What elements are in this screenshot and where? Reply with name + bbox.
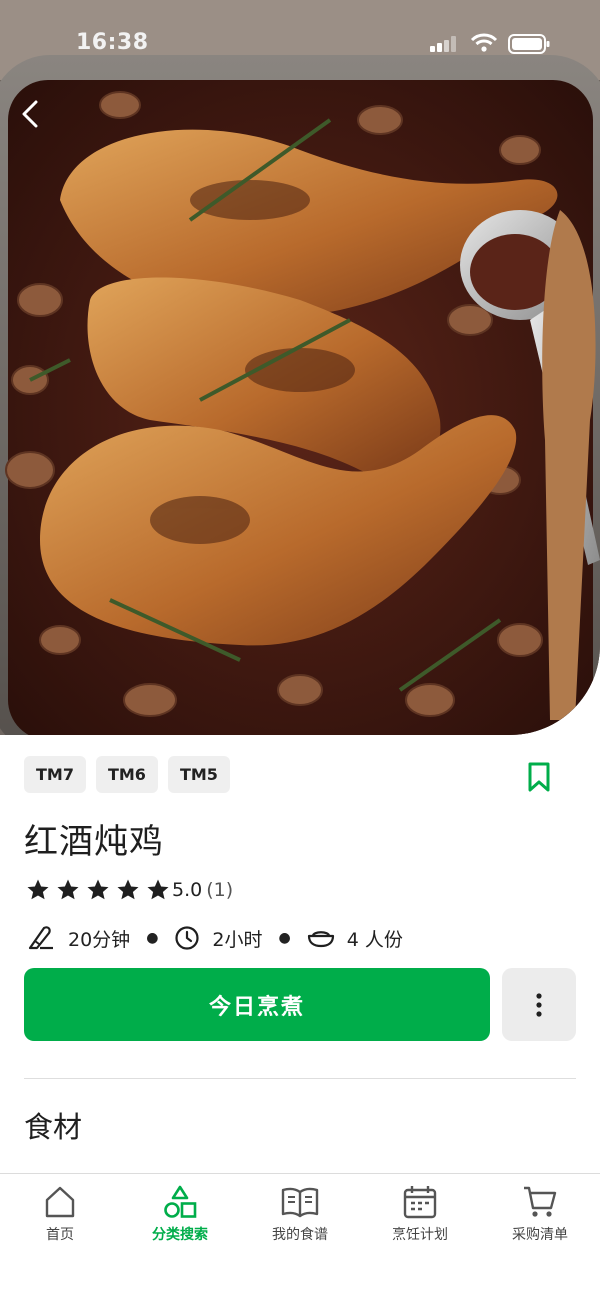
tab-label: 首页 bbox=[46, 1227, 74, 1243]
star-icon bbox=[117, 879, 139, 900]
book-icon bbox=[281, 1187, 319, 1218]
rating-score: 5.0 bbox=[172, 879, 203, 901]
back-button[interactable] bbox=[14, 96, 50, 132]
bottom-tab-bar: 首页 分类搜索 我的食谱 烹饪计划 采购清单 bbox=[0, 1173, 600, 1302]
tab-label: 采购清单 bbox=[512, 1227, 568, 1243]
cart-icon bbox=[524, 1186, 557, 1217]
battery-icon bbox=[508, 34, 550, 54]
chevron-left-icon bbox=[22, 100, 38, 128]
more-vertical-icon bbox=[536, 992, 542, 1017]
bookmark-icon bbox=[528, 762, 550, 792]
rating-stars bbox=[26, 878, 170, 902]
servings-label: 4 人份 bbox=[346, 928, 403, 951]
cook-today-button[interactable]: 今日烹煮 bbox=[24, 968, 490, 1041]
servings: 4 人份 bbox=[307, 925, 403, 952]
tab-home[interactable]: 首页 bbox=[0, 1184, 120, 1244]
recipe-title: 红酒炖鸡 bbox=[24, 822, 164, 862]
wifi-icon bbox=[470, 33, 498, 52]
rating: 5.0 (1) bbox=[26, 878, 233, 902]
ingredients-heading: 食材 bbox=[24, 1110, 83, 1144]
knife-icon bbox=[28, 926, 53, 950]
tab-label: 我的食谱 bbox=[272, 1227, 328, 1243]
tag-tm6: TM6 bbox=[95, 756, 158, 793]
total-time: 2小时 bbox=[174, 925, 263, 952]
status-bar: 16:38 bbox=[0, 0, 600, 88]
calendar-icon bbox=[403, 1186, 437, 1219]
status-time: 16:38 bbox=[76, 30, 149, 55]
prep-time-label: 20分钟 bbox=[68, 928, 131, 951]
star-icon bbox=[57, 879, 79, 900]
clock-icon bbox=[175, 926, 200, 950]
more-options-button[interactable] bbox=[502, 968, 576, 1041]
recipe-hero-image bbox=[0, 0, 600, 735]
separator-dot: ● bbox=[278, 930, 291, 946]
tab-label: 烹饪计划 bbox=[392, 1227, 448, 1243]
bowl-icon bbox=[307, 931, 334, 948]
tab-my-recipes[interactable]: 我的食谱 bbox=[240, 1184, 360, 1244]
tag-tm5: TM5 bbox=[167, 756, 230, 793]
divider bbox=[24, 1078, 576, 1079]
prep-time: 20分钟 bbox=[26, 924, 130, 952]
tab-shopping-list[interactable]: 采购清单 bbox=[480, 1184, 600, 1244]
star-icon bbox=[147, 879, 169, 900]
cellular-signal-icon bbox=[430, 36, 456, 52]
star-icon bbox=[87, 879, 109, 900]
recipe-meta: 20分钟 ● 2小时 ● 4 人份 bbox=[26, 924, 403, 952]
total-time-label: 2小时 bbox=[212, 928, 263, 951]
bookmark-button[interactable] bbox=[524, 760, 554, 794]
tab-category-search[interactable]: 分类搜索 bbox=[120, 1184, 240, 1244]
roast-chicken-photo bbox=[0, 0, 600, 735]
device-tags: TM7 TM6 TM5 bbox=[24, 756, 230, 793]
tag-tm7: TM7 bbox=[24, 756, 86, 793]
category-search-icon bbox=[164, 1185, 197, 1218]
separator-dot: ● bbox=[146, 930, 159, 946]
star-icon bbox=[27, 879, 49, 900]
rating-count: (1) bbox=[206, 879, 234, 901]
tab-cooking-plan[interactable]: 烹饪计划 bbox=[360, 1184, 480, 1244]
home-icon bbox=[45, 1186, 75, 1218]
tab-label: 分类搜索 bbox=[152, 1227, 208, 1243]
